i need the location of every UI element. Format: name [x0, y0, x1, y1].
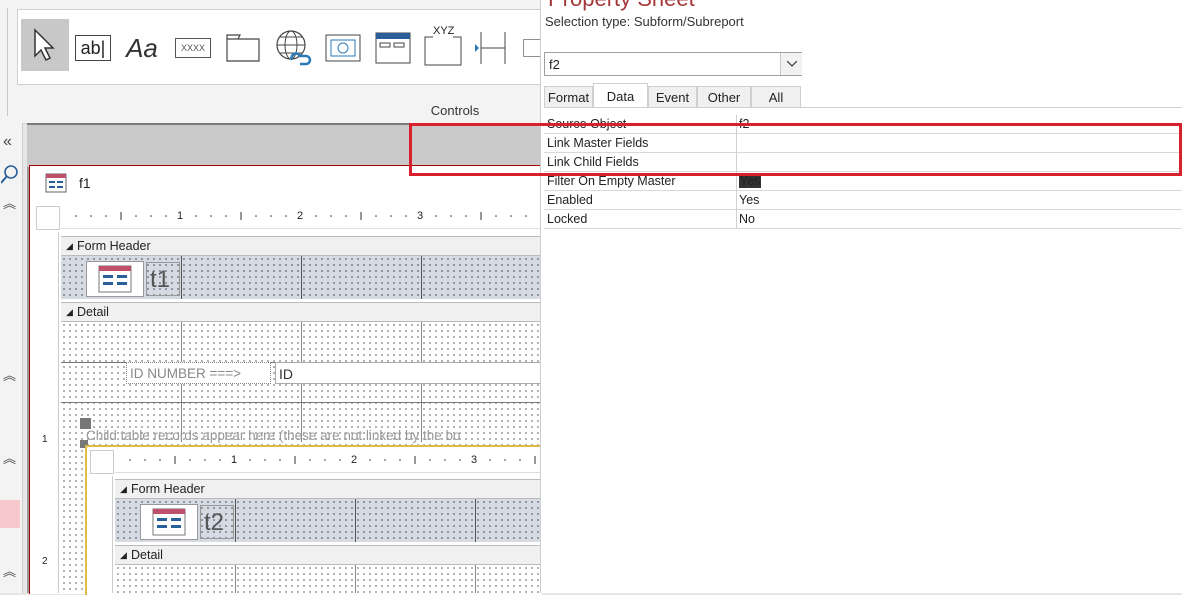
tab-format[interactable]: Format — [544, 86, 593, 107]
id-label[interactable]: ID NUMBER ===> — [126, 362, 271, 384]
property-label: Locked — [547, 212, 588, 226]
selected-nav-item[interactable] — [0, 500, 20, 528]
object-selector[interactable] — [544, 52, 802, 76]
navigation-icon[interactable] — [373, 27, 413, 69]
subform-detail-section-bar[interactable]: ◢ Detail — [115, 545, 556, 565]
grid-line — [355, 565, 356, 593]
property-row[interactable]: Locked No — [544, 210, 1182, 229]
search-icon[interactable] — [1, 165, 19, 185]
group-chevron-icon[interactable]: ︽ — [3, 193, 16, 212]
property-label: Enabled — [547, 193, 593, 207]
subform-note[interactable]: Child table records appear here (these a… — [86, 428, 540, 443]
textbox-glyph: ab| — [75, 35, 111, 61]
hyperlink-icon[interactable] — [273, 27, 313, 69]
label-icon[interactable]: Aa — [122, 27, 162, 69]
subform-logo-control[interactable] — [140, 504, 198, 540]
button-icon[interactable]: XXXX — [173, 27, 213, 69]
grid-line — [421, 256, 422, 299]
combo-box-icon[interactable] — [523, 27, 541, 69]
expand-chevron-icon[interactable]: « — [3, 133, 12, 151]
subform-header-section-bar[interactable]: ◢ Form Header — [115, 479, 556, 499]
ruler-number: 2 — [297, 210, 304, 222]
horizontal-ruler: 1 2 3 — [61, 206, 540, 229]
grid-line — [235, 499, 236, 542]
vruler-number: 1 — [42, 434, 48, 445]
group-chevron-icon[interactable]: ︽ — [3, 448, 16, 467]
subform-ruler-corner[interactable] — [90, 450, 114, 474]
group-chevron-icon[interactable]: ︽ — [3, 561, 16, 580]
grid-line — [181, 256, 182, 299]
chevron-down-icon[interactable] — [780, 53, 802, 75]
ruler-number: 3 — [471, 454, 478, 466]
property-sheet-title: Property Sheet — [548, 0, 695, 12]
form-header-section-bar[interactable]: ◢ Form Header — [61, 236, 556, 256]
section-label: Detail — [77, 305, 109, 319]
grid-line — [301, 256, 302, 299]
form-header-title[interactable]: t1 — [146, 262, 180, 296]
label-glyph: Aa — [126, 32, 158, 63]
ribbon-group-label: Controls — [430, 103, 480, 118]
grid-line — [475, 565, 476, 593]
vertical-ruler: 1 2 — [36, 232, 59, 593]
form-icon — [98, 265, 132, 293]
textbox-icon[interactable]: ab| — [73, 27, 113, 69]
subform-detail-grid — [115, 565, 540, 593]
grid-line — [475, 499, 476, 542]
property-row[interactable]: Enabled Yes — [544, 191, 1182, 210]
form-icon — [152, 508, 186, 536]
controls-gallery: ab| Aa XXXX XYZ — [17, 9, 541, 85]
section-label: Form Header — [77, 239, 151, 253]
tab-divider — [544, 107, 1182, 108]
subform-vertical-ruler — [90, 476, 113, 593]
tab-other[interactable]: Other — [697, 86, 751, 107]
vruler-number: 2 — [42, 556, 48, 567]
selection-type: Selection type: Subform/Subreport — [545, 14, 744, 29]
grid-line — [355, 499, 356, 542]
ruler-number: 1 — [231, 454, 238, 466]
grid-line — [235, 565, 236, 593]
grid-line — [61, 402, 540, 403]
property-label: Filter On Empty Master — [547, 174, 676, 188]
detail-section-bar[interactable]: ◢ Detail — [61, 302, 556, 322]
tab-event[interactable]: Event — [648, 86, 697, 107]
web-browser-icon[interactable] — [323, 27, 363, 69]
page-break-icon[interactable] — [473, 27, 513, 69]
section-label: Detail — [131, 548, 163, 562]
group-chevron-icon[interactable]: ︽ — [3, 365, 16, 384]
select-icon[interactable] — [21, 19, 69, 71]
tab-all[interactable]: All — [751, 86, 801, 107]
section-label: Form Header — [131, 482, 205, 496]
ruler-number: 2 — [351, 454, 358, 466]
tab-control-icon[interactable] — [223, 27, 263, 69]
button-glyph: XXXX — [175, 38, 211, 58]
property-value[interactable]: Yes — [739, 193, 759, 207]
property-value[interactable]: No — [739, 212, 755, 226]
id-textbox[interactable]: ID — [275, 362, 540, 384]
ruler-number: 3 — [417, 210, 424, 222]
tab-data[interactable]: Data — [593, 83, 648, 108]
subform-horizontal-ruler: 1 2 3 — [115, 450, 540, 473]
property-value[interactable]: Yes — [739, 174, 762, 188]
ruler-number: 1 — [177, 210, 184, 222]
form-title: f1 — [79, 175, 91, 191]
subform-header-title[interactable]: t2 — [200, 505, 234, 539]
ribbon-separator — [7, 8, 8, 116]
highlight-annotation — [409, 123, 1182, 176]
option-group-icon[interactable]: XYZ — [423, 25, 463, 69]
logo-control[interactable] — [86, 261, 144, 297]
object-selector-value: f2 — [549, 57, 560, 72]
ruler-corner[interactable] — [36, 206, 60, 230]
form-icon — [45, 173, 67, 193]
option-group-glyph: XYZ — [433, 25, 455, 37]
